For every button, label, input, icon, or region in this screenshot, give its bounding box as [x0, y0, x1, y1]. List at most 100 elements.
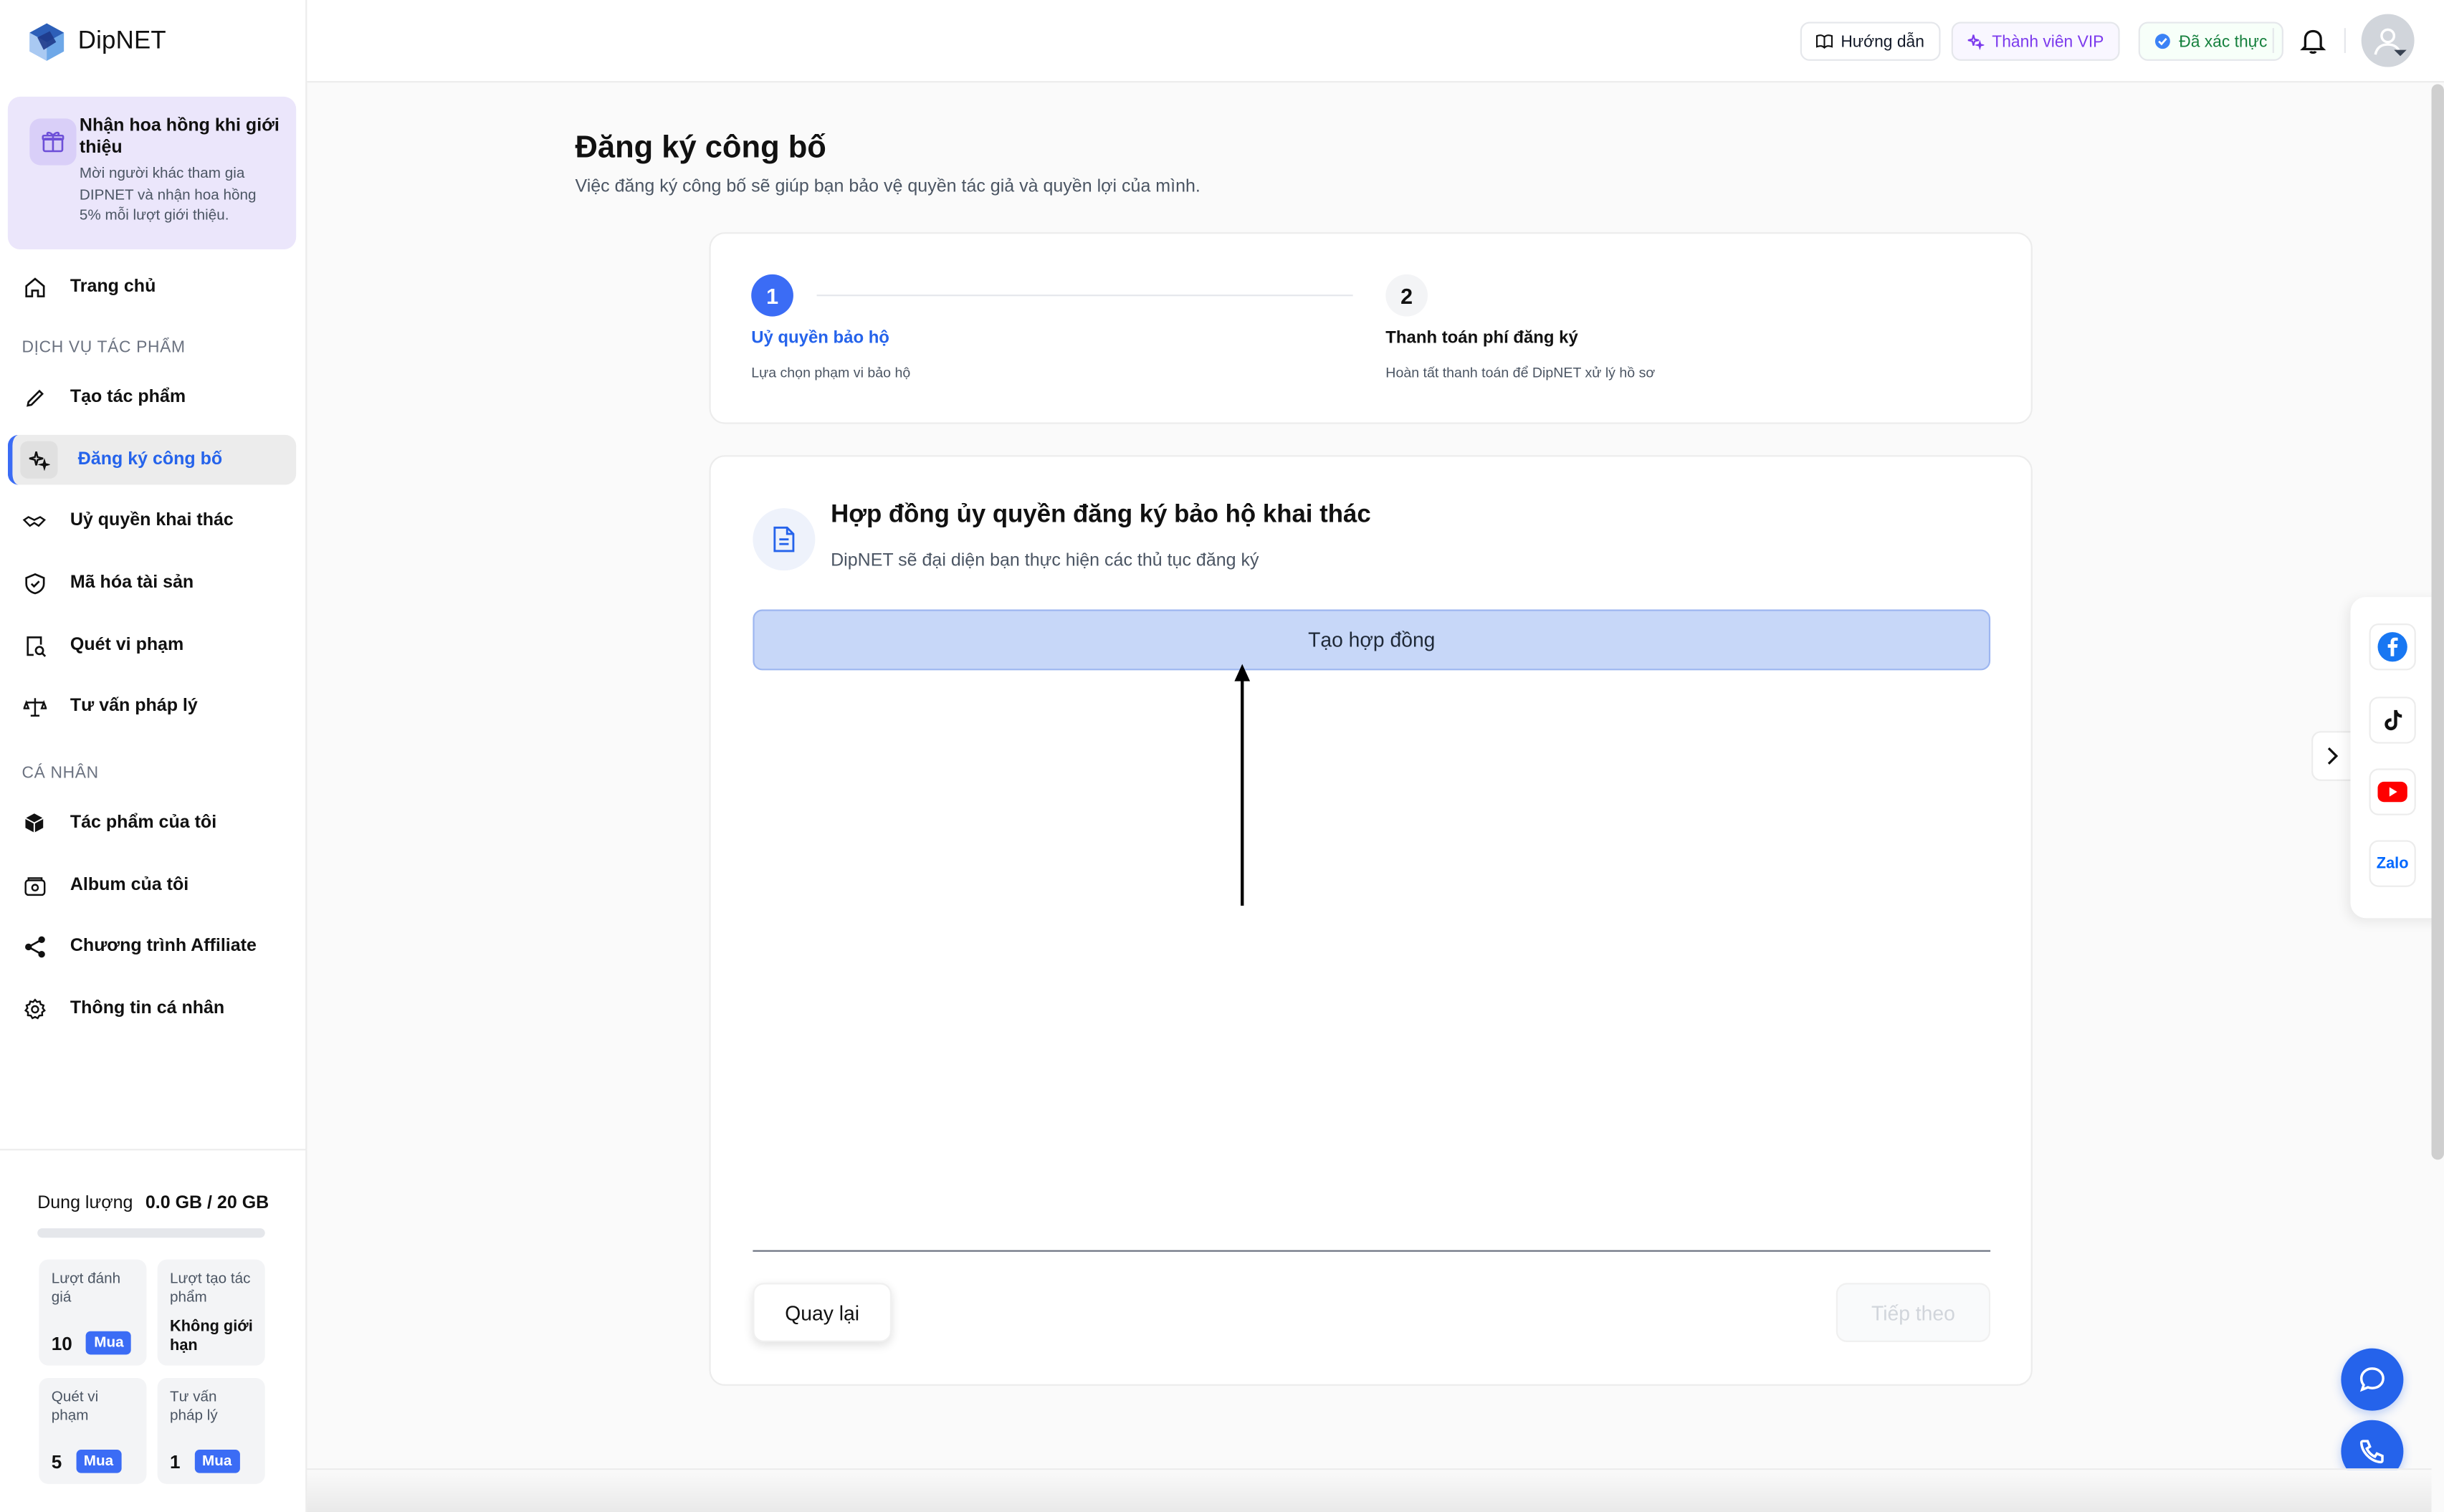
zalo-link[interactable]: Zalo — [2369, 840, 2416, 887]
storage-summary: Dung lượng 0.0 GB / 20 GB — [37, 1194, 269, 1212]
sidebar-item-my-album[interactable]: Album của tôi — [8, 861, 296, 911]
page-title: Đăng ký công bố — [575, 130, 826, 166]
facebook-icon — [2377, 632, 2407, 662]
tiktok-link[interactable] — [2369, 697, 2416, 744]
sidebar-item-label: Chương trình Affiliate — [70, 937, 257, 956]
verified-badge[interactable]: Đã xác thực — [2138, 21, 2283, 61]
back-button[interactable]: Quay lại — [753, 1283, 892, 1342]
promo-description: Mời người khác tham gia DIPNET và nhận h… — [79, 165, 257, 225]
gift-icon — [29, 118, 77, 166]
sparkle-icon — [1967, 34, 1985, 50]
storage-panel: Dung lượng 0.0 GB / 20 GB Lượt đánh giá … — [0, 1149, 307, 1512]
vip-label: Thành viên VIP — [1992, 32, 2104, 51]
sidebar-item-label: Mã hóa tài sản — [70, 573, 194, 593]
stepper: 1 Uỷ quyền bảo hộ Lựa chọn phạm vi bảo h… — [709, 232, 2033, 424]
scrollbar[interactable] — [2431, 84, 2444, 1160]
buy-button[interactable]: Mua — [194, 1450, 240, 1473]
stat-label: Tư vấn pháp lý — [170, 1389, 218, 1425]
header-divider — [2272, 28, 2274, 53]
stat-label: Lượt đánh giá — [51, 1270, 121, 1306]
sidebar-item-label: Uỷ quyền khai thác — [70, 511, 234, 530]
buy-button[interactable]: Mua — [86, 1331, 132, 1355]
social-panel-toggle[interactable] — [2311, 731, 2352, 781]
sidebar-item-scan[interactable]: Quét vi phạm — [8, 621, 296, 671]
sidebar-item-label: Trang chủ — [70, 277, 156, 297]
youtube-link[interactable] — [2369, 768, 2416, 815]
contract-card: Hợp đồng ủy quyền đăng ký bảo hộ khai th… — [709, 455, 2033, 1386]
sidebar-item-register[interactable]: Đăng ký công bố — [7, 434, 297, 485]
sparkle-icon — [20, 441, 58, 479]
brand[interactable]: DipNET — [28, 19, 166, 65]
sidebar-item-legal[interactable]: Tư vấn pháp lý — [8, 681, 296, 732]
handshake-icon — [22, 508, 47, 533]
step-number[interactable]: 1 — [751, 274, 793, 317]
share-icon — [22, 934, 47, 959]
verified-label: Đã xác thực — [2179, 32, 2268, 51]
chevron-down-icon[interactable] — [2392, 47, 2408, 59]
header-divider — [2344, 28, 2346, 53]
sidebar-item-authorize[interactable]: Uỷ quyền khai thác — [8, 496, 296, 546]
storage-value: 0.0 GB / 20 GB — [145, 1194, 269, 1213]
stat-card-reviews: Lượt đánh giá 10 Mua — [39, 1259, 147, 1366]
document-search-icon — [22, 633, 47, 658]
tiktok-icon — [2385, 709, 2402, 731]
bell-icon[interactable] — [2298, 25, 2329, 57]
page-subtitle: Việc đăng ký công bố sẽ giúp bạn bảo vệ … — [575, 177, 1200, 197]
brand-name: DipNET — [77, 28, 166, 55]
verified-icon — [2154, 34, 2170, 49]
stat-value: Không giới hạn — [170, 1319, 253, 1355]
home-icon — [22, 274, 47, 300]
sidebar-item-profile[interactable]: Thông tin cá nhân — [8, 984, 296, 1034]
contract-subtitle: DipNET sẽ đại diện bạn thực hiện các thủ… — [831, 552, 1259, 571]
buy-button[interactable]: Mua — [75, 1450, 121, 1473]
promo-title: Nhận hoa hồng khi giới thiệu — [79, 117, 280, 158]
referral-promo[interactable]: Nhận hoa hồng khi giới thiệu Mời người k… — [7, 96, 297, 250]
sidebar: DipNET Nhận hoa hồng khi giới thiệu Mời … — [0, 0, 307, 1512]
stat-card-creations: Lượt tạo tác phẩm Không giới hạn — [157, 1259, 265, 1366]
sidebar-item-label: Tác phẩm của tôi — [70, 813, 217, 833]
contract-title: Hợp đồng ủy quyền đăng ký bảo hộ khai th… — [831, 502, 1371, 529]
footer-divider — [753, 1250, 1991, 1252]
album-icon — [22, 873, 47, 898]
sidebar-item-label: Album của tôi — [70, 876, 189, 895]
stat-value: 5 — [51, 1450, 62, 1473]
step-description: Lựa chọn phạm vi bảo hộ — [751, 365, 911, 381]
step-connector — [816, 295, 1353, 297]
stat-label: Lượt tạo tác phẩm — [170, 1270, 251, 1306]
stat-value: 10 — [51, 1331, 72, 1354]
storage-label: Dung lượng — [37, 1194, 133, 1213]
chevron-right-icon — [2327, 747, 2339, 765]
guide-button[interactable]: Hướng dẫn — [1800, 21, 1940, 61]
sidebar-item-encrypt[interactable]: Mã hóa tài sản — [8, 558, 296, 608]
annotation-arrow-icon — [1234, 664, 1251, 906]
next-button[interactable]: Tiếp theo — [1836, 1283, 1991, 1342]
vip-button[interactable]: Thành viên VIP — [1951, 21, 2120, 61]
sidebar-item-affiliate[interactable]: Chương trình Affiliate — [8, 922, 296, 972]
youtube-icon — [2377, 781, 2407, 803]
sidebar-item-my-works[interactable]: Tác phẩm của tôi — [8, 798, 296, 848]
step-number[interactable]: 2 — [1385, 274, 1428, 317]
sidebar-item-create-work[interactable]: Tạo tác phẩm — [8, 373, 296, 423]
facebook-link[interactable] — [2369, 623, 2416, 671]
step-title: Thanh toán phí đăng ký — [1385, 328, 1578, 348]
storage-progress-bar — [37, 1228, 265, 1238]
stat-label: Quét vi phạm — [51, 1389, 99, 1425]
sidebar-item-label: Tạo tác phẩm — [70, 388, 186, 407]
gear-icon — [22, 996, 47, 1021]
chat-icon — [2359, 1367, 2385, 1392]
stat-card-scan: Quét vi phạm 5 Mua — [39, 1377, 147, 1484]
step-title: Uỷ quyền bảo hộ — [751, 328, 889, 348]
stat-value: 1 — [170, 1450, 181, 1473]
sidebar-item-home[interactable]: Trang chủ — [8, 262, 296, 312]
sidebar-item-label: Đăng ký công bố — [77, 450, 223, 469]
book-icon — [1815, 34, 1833, 49]
chat-button[interactable] — [2341, 1348, 2404, 1411]
cube-icon — [22, 810, 47, 836]
create-contract-button[interactable]: Tạo hợp đồng — [753, 609, 1991, 671]
bottom-edge — [307, 1468, 2432, 1512]
document-icon — [753, 508, 816, 571]
sidebar-item-label: Quét vi phạm — [70, 636, 184, 655]
step-description: Hoàn tất thanh toán để DipNET xử lý hồ s… — [1385, 365, 1656, 381]
guide-label: Hướng dẫn — [1841, 32, 1924, 51]
shield-check-icon — [22, 570, 47, 595]
